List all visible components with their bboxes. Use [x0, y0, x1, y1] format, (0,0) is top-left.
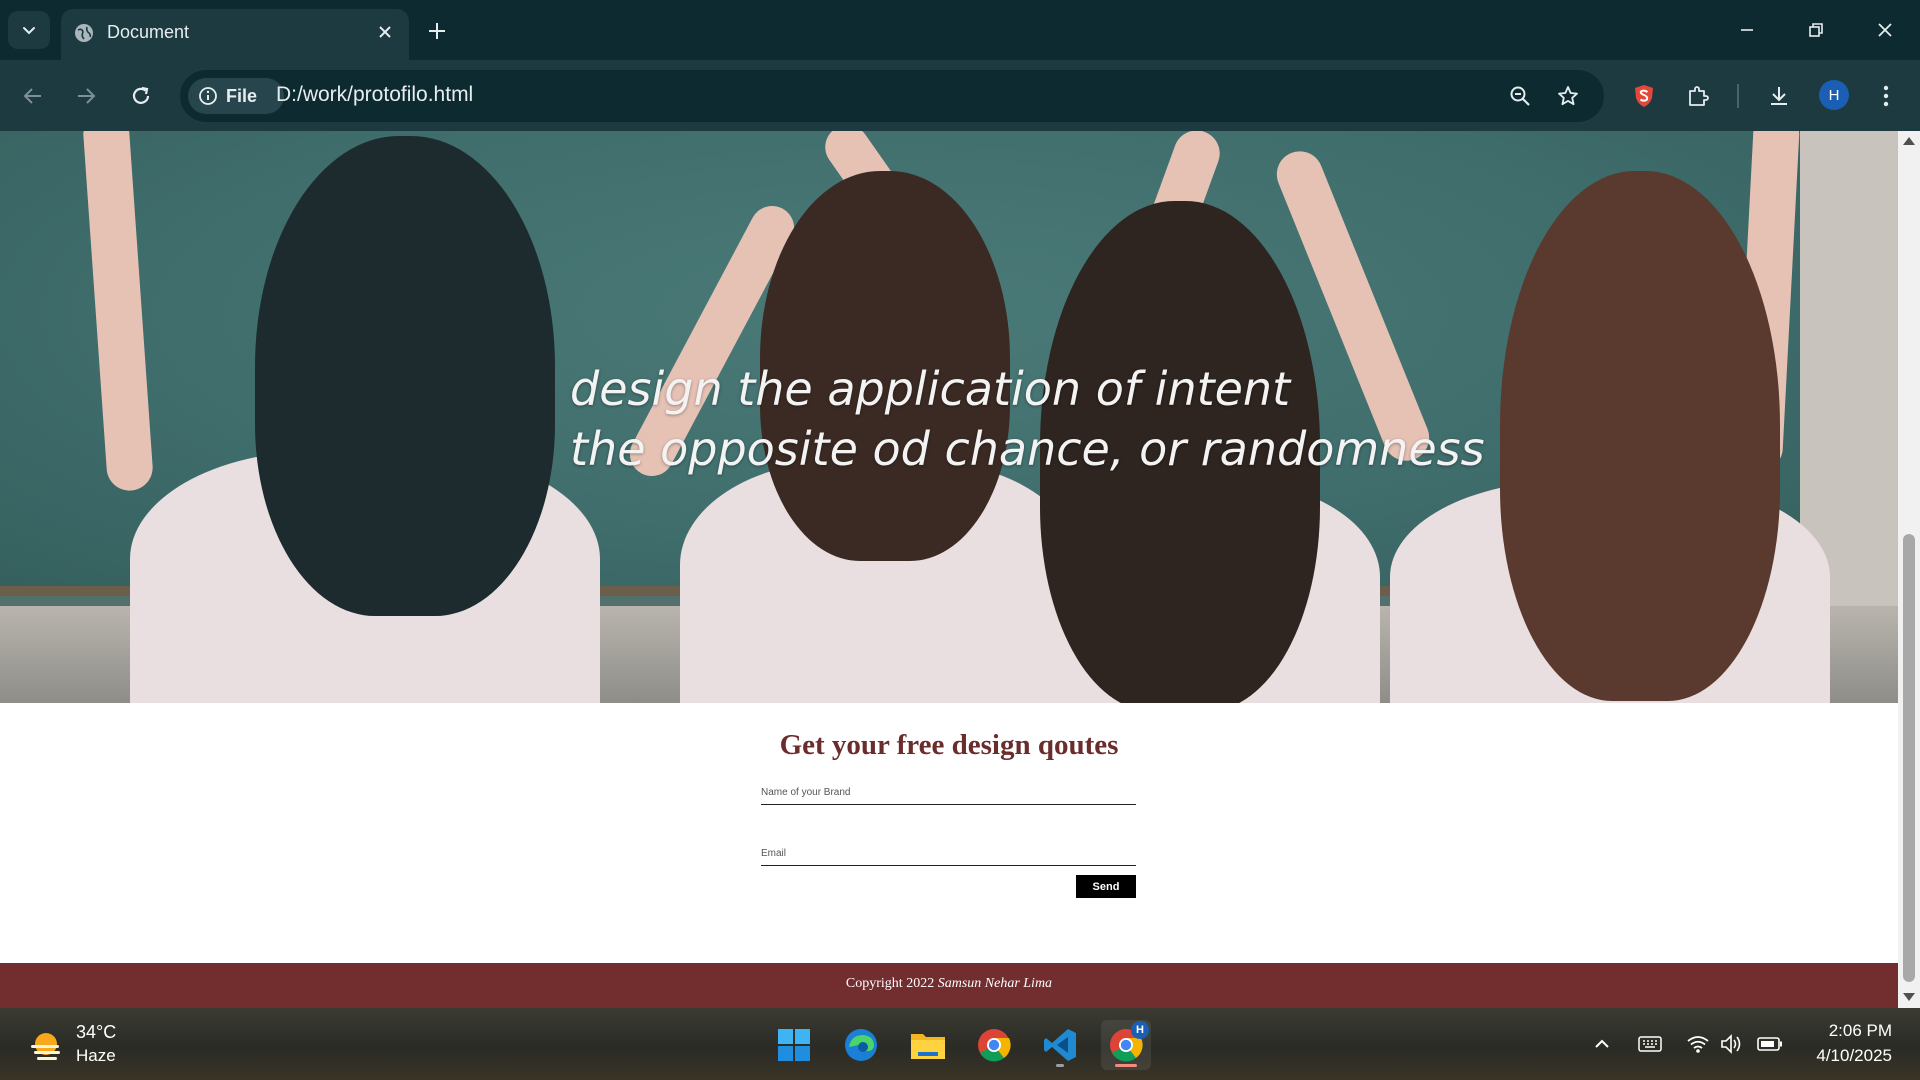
- toolbar-separator: [1737, 84, 1739, 108]
- volume-icon: [1721, 1034, 1741, 1054]
- address-bar[interactable]: File D:/work/protofilo.html: [180, 70, 1604, 122]
- scroll-down-arrow-icon[interactable]: [1903, 993, 1915, 1001]
- puzzle-icon: [1689, 86, 1709, 106]
- plus-icon: [429, 23, 445, 39]
- extension-button[interactable]: [1625, 77, 1663, 115]
- quote-form-section: Get your free design qoutes Send: [0, 703, 1898, 963]
- globe-icon: [75, 24, 93, 42]
- haze-sun-icon: [31, 1033, 60, 1060]
- shield-s-icon: [1635, 85, 1653, 107]
- hero-section: design the application of intent the opp…: [0, 131, 1898, 703]
- arrow-right-icon: [78, 88, 96, 104]
- tab-search-button[interactable]: [8, 11, 50, 49]
- send-button[interactable]: Send: [1076, 875, 1136, 898]
- wifi-status[interactable]: [1684, 1030, 1712, 1058]
- footer-copyright: Copyright 2022: [845, 976, 938, 991]
- battery-status[interactable]: [1756, 1030, 1784, 1058]
- minimize-icon: [1741, 29, 1753, 31]
- volume-status[interactable]: [1718, 1030, 1746, 1058]
- profile-avatar[interactable]: H: [1819, 80, 1849, 110]
- hero-line-2: the opposite od chance, or randomness: [570, 422, 1485, 476]
- browser-tab[interactable]: Document: [61, 9, 409, 60]
- page-footer: Copyright 2022 Samsun Nehar Lima: [0, 963, 1898, 1008]
- taskbar-chrome[interactable]: [969, 1020, 1019, 1070]
- reload-icon: [132, 86, 150, 104]
- windows-taskbar: 34°C Haze H 2:06 PM 4/10/2025: [0, 1008, 1920, 1080]
- hero-tagline: design the application of intent the opp…: [570, 359, 1485, 479]
- quote-form-title: Get your free design qoutes: [779, 729, 1119, 761]
- weather-temperature: 34°C: [76, 1022, 117, 1042]
- hair: [1500, 171, 1780, 701]
- scroll-up-arrow-icon[interactable]: [1903, 137, 1915, 145]
- tab-close-button[interactable]: [370, 17, 400, 47]
- hero-line-1: design the application of intent: [570, 362, 1291, 416]
- new-tab-button[interactable]: [420, 14, 454, 48]
- profile-badge: H: [1131, 1021, 1149, 1039]
- browser-tab-strip: Document: [0, 0, 1920, 60]
- close-icon: [379, 26, 391, 38]
- close-icon: [1878, 23, 1892, 37]
- running-indicator: [1056, 1064, 1064, 1067]
- browser-toolbar: File D:/work/protofilo.html H: [0, 60, 1920, 131]
- show-hidden-icons-button[interactable]: [1588, 1030, 1616, 1058]
- site-chip-label: File: [226, 85, 258, 106]
- bookmark-button[interactable]: [1551, 79, 1585, 113]
- chrome-icon: [978, 1029, 1011, 1062]
- tab-title: Document: [107, 22, 190, 42]
- zoom-button[interactable]: [1503, 79, 1537, 113]
- scroll-thumb[interactable]: [1903, 534, 1915, 982]
- hair: [255, 136, 555, 616]
- more-vertical-icon: [1883, 85, 1889, 107]
- taskbar-file-explorer[interactable]: [903, 1020, 953, 1070]
- vscode-icon: [1044, 1029, 1076, 1061]
- brand-name-field: [761, 765, 1136, 805]
- start-button[interactable]: [769, 1020, 819, 1070]
- arrow-left-icon: [23, 88, 41, 104]
- weather-condition: Haze: [76, 1046, 116, 1065]
- page-viewport: design the application of intent the opp…: [0, 131, 1898, 1008]
- footer-author: Samsun Nehar Lima: [937, 976, 1053, 991]
- page-scrollbar[interactable]: [1898, 131, 1920, 1008]
- reload-button[interactable]: [122, 77, 160, 115]
- taskbar-chrome-profile[interactable]: H: [1101, 1020, 1151, 1070]
- chevron-up-icon: [1595, 1039, 1609, 1048]
- chevron-down-icon: [23, 27, 35, 35]
- extensions-menu-button[interactable]: [1679, 77, 1717, 115]
- folder-icon: [911, 1034, 945, 1059]
- downloads-button[interactable]: [1760, 77, 1798, 115]
- battery-icon: [1757, 1037, 1782, 1051]
- clock-date: 4/10/2025: [1816, 1046, 1892, 1065]
- info-icon: [199, 87, 217, 105]
- keyboard-icon: [1638, 1036, 1662, 1052]
- taskbar-vscode[interactable]: [1035, 1020, 1085, 1070]
- forward-button[interactable]: [67, 77, 105, 115]
- edge-icon: [845, 1029, 877, 1061]
- back-button[interactable]: [14, 77, 52, 115]
- minimize-button[interactable]: [1723, 12, 1771, 48]
- brand-name-input[interactable]: [761, 787, 1136, 798]
- active-indicator: [1115, 1064, 1137, 1067]
- close-window-button[interactable]: [1861, 12, 1909, 48]
- download-icon: [1771, 87, 1787, 105]
- restore-button[interactable]: [1792, 12, 1840, 48]
- email-field: [761, 826, 1136, 866]
- taskbar-edge[interactable]: [836, 1020, 886, 1070]
- touch-keyboard-button[interactable]: [1636, 1030, 1664, 1058]
- wifi-icon: [1687, 1036, 1709, 1053]
- email-input[interactable]: [761, 848, 1136, 859]
- browser-menu-button[interactable]: [1867, 77, 1905, 115]
- url-text[interactable]: D:/work/protofilo.html: [276, 83, 473, 107]
- restore-icon: [1809, 23, 1823, 37]
- site-info-chip[interactable]: File: [188, 78, 284, 114]
- clock-time: 2:06 PM: [1828, 1021, 1892, 1040]
- zoom-out-icon: [1510, 86, 1530, 106]
- windows-logo-icon: [778, 1029, 810, 1061]
- star-icon: [1558, 86, 1578, 106]
